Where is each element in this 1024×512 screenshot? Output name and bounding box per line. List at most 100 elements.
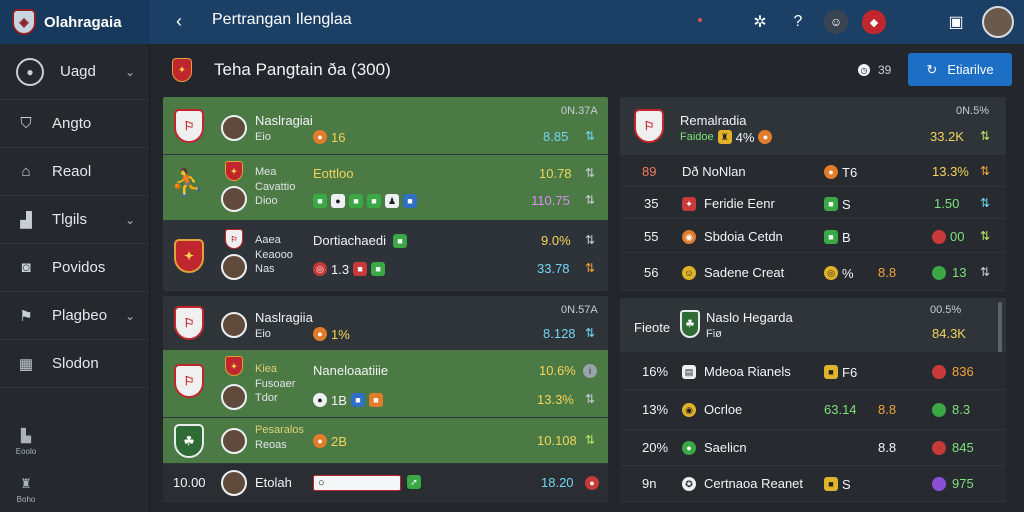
match-row[interactable]: 10.00 Etolah ○ ➚ 18.20 ● [163, 464, 608, 502]
sidebar-item-uagd[interactable]: ● Uagd ⌄ [0, 44, 149, 100]
arrow-up-icon[interactable]: ⇅ [585, 129, 595, 143]
standings-row[interactable]: 35 ✦ Feridie Eenr ■ S 1.50 ⇅ [620, 187, 1006, 219]
team-sub: Faidoe [680, 130, 714, 143]
sidebar-item-label: Reaol [52, 163, 92, 180]
chevron-down-icon[interactable]: ⌄ [125, 309, 135, 323]
points-value: 836 [952, 364, 974, 379]
swap-icon[interactable]: ⇅ [980, 265, 990, 279]
fire-icon: ● [313, 130, 327, 144]
points-value: 975 [952, 476, 974, 491]
card-icon: ■ [393, 234, 407, 248]
swap-icon[interactable]: ⇅ [585, 433, 595, 447]
user-profile-icon[interactable]: ☺ [824, 10, 848, 34]
odds-value: 10.78 [539, 166, 572, 181]
chevron-down-icon[interactable]: ⌄ [125, 213, 135, 227]
odds-value: 33.78 [537, 261, 570, 276]
swap-icon[interactable]: ⇅ [585, 261, 595, 275]
sidebar-item-povidos[interactable]: ◙ Povidos [0, 244, 149, 292]
panel-header-row[interactable]: ⚐ Naslragiia Eio ● 1% 0N.57A 8.128 ⇅ [163, 296, 608, 350]
status-dot-icon [932, 365, 946, 379]
sidebar-item-label: Tlgils [52, 211, 88, 228]
player-avatar [221, 470, 247, 496]
team-crest-icon: ⚐ [174, 109, 204, 143]
match-number: 10.00 [173, 475, 206, 490]
card-icon: ■ [350, 393, 365, 407]
panel-header-row[interactable]: ⚐ Naslragiai Eio ● 16 0N.37A 8.85 ⇅ [163, 97, 608, 155]
player-silhouette-icon: ⛹ [171, 167, 204, 197]
swap-icon[interactable]: ⇅ [585, 166, 595, 180]
match-row[interactable]: ⚐ ✦ Kiea Fusoaer Tdor Naneloaatiiie ● 1B… [163, 350, 608, 418]
live-button[interactable]: ↻ Etiarilve [908, 53, 1012, 86]
sidebar-item-tlgils[interactable]: ▟ Tlgils ⌄ [0, 196, 149, 244]
team-sub: Eio [255, 328, 271, 340]
match-row[interactable]: ⛹ ✦ Mea Cavattio Dioo Eottloo ■ ● ■ ■ ♟ … [163, 155, 608, 221]
info-icon[interactable]: i [583, 364, 597, 378]
player-name: Etolah [255, 475, 292, 490]
team-sub: Eio [255, 131, 271, 143]
team-crest-icon: ✦ [682, 197, 696, 211]
card-icon: ■ [353, 262, 368, 276]
panel-header-row[interactable]: Fieote ☘ Naslo Hegarda Fiø 00.5% 84.3K [620, 298, 1006, 352]
arrow-icon[interactable]: ⇅ [980, 129, 990, 143]
swap-icon[interactable]: ⇅ [585, 233, 595, 247]
swap-icon[interactable]: ⇅ [585, 392, 595, 406]
corner-label: 0N.57A [561, 304, 598, 316]
swap-icon[interactable]: ⇅ [980, 229, 990, 243]
player-name: Kiea [255, 363, 278, 375]
club-shield-icon[interactable]: ◆ [862, 10, 886, 34]
page-heading: Pertrangan Ilenglaa [212, 11, 352, 28]
team-crest-icon: ◉ [682, 403, 696, 417]
swap-icon[interactable]: ⇅ [980, 164, 990, 178]
standings-row[interactable]: 16% ▤ Mdeoa Rianels ■ F6 836 [620, 352, 1006, 390]
back-button[interactable]: ‹ [168, 8, 190, 34]
fire-icon: ● [313, 434, 327, 448]
chevron-down-icon[interactable]: ⌄ [125, 65, 135, 79]
top-icons: ✲ ? ☺ ◆ ▣ [748, 6, 1014, 38]
swap-icon[interactable]: ⇅ [980, 196, 990, 210]
sidebar-item-slodon[interactable]: ▦ Slodon [0, 340, 149, 388]
match-row[interactable]: ✦ ⚐ Aaea Keaooo Nas Dortiachaedi ■ ◎ 1.3… [163, 221, 608, 291]
fire-icon: ● [824, 165, 838, 179]
sidebar-item-reaol[interactable]: ⌂ Reaol [0, 148, 149, 196]
sidebar-item-label: Povidos [52, 259, 106, 276]
standings-row[interactable]: 9n ✪ Certnaoa Reanet ■ S 975 [620, 466, 1006, 502]
standings-row[interactable]: 20% ● Saelicn 8.8 845 [620, 430, 1006, 466]
player-avatar [221, 312, 247, 338]
arrow-up-icon[interactable]: ⇅ [585, 326, 595, 340]
match-row[interactable]: ☘ Pesaralos Reoas ● 2B 10.108 ⇅ [163, 418, 608, 464]
help-icon[interactable]: ? [786, 10, 810, 34]
stat-value: B [842, 229, 851, 245]
stat-value: 63.14 [824, 402, 857, 417]
comment-input[interactable]: ○ [313, 475, 401, 491]
standings-row[interactable]: 56 ☺ Sadene Creat ◎ % 8.8 13 ⇅ [620, 253, 1006, 291]
standings-row[interactable]: 89 Dð NoNlan ● T6 13.3% ⇅ [620, 155, 1006, 187]
odds-value: 10.6% [539, 363, 576, 378]
sidebar-mini-boho[interactable]: ♜ Boho [10, 476, 42, 504]
standings-row[interactable]: 13% ◉ Ocrloe 63.14 8.8 8.3 [620, 390, 1006, 430]
send-icon[interactable]: ➚ [407, 475, 421, 489]
stat-value: S [842, 196, 851, 212]
team-crest-icon: ☘ [680, 310, 700, 338]
brand[interactable]: ◈ Olahragaia [0, 0, 150, 44]
stadium-icon: ▦ [18, 355, 34, 373]
sidebar-mini-eoolo[interactable]: ▙ Eoolo [10, 428, 42, 456]
rank-number: 16% [642, 364, 669, 379]
team-crest-icon: ✦ [225, 161, 243, 181]
fire-icon: ● [758, 130, 773, 144]
radio-icon: ○ [318, 477, 325, 489]
sidebar-item-plagbeo[interactable]: ⚑ Plagbeo ⌄ [0, 292, 149, 340]
badge-value: 1.3 [331, 261, 350, 277]
stat-badge: ● 16 [313, 129, 345, 145]
alert-icon[interactable]: ● [585, 476, 599, 490]
sidebar-mini-label: Eoolo [15, 447, 37, 456]
account-avatar[interactable] [982, 6, 1014, 38]
panel-header-row[interactable]: ⚐ Remalradia Faidoe ♜ 4% ● 0N.5% 33.2K ⇅ [620, 97, 1006, 155]
settings-icon[interactable]: ✲ [748, 10, 772, 34]
sidebar-item-label: Uagd [60, 63, 96, 80]
screen-icon[interactable]: ▣ [944, 10, 968, 34]
team-crest-icon: ✦ [225, 356, 243, 376]
sidebar-item-angto[interactable]: ⛉ Angto [0, 100, 149, 148]
team-crest-icon: ⚐ [634, 109, 664, 143]
standings-row[interactable]: 55 ◉ Sbdoia Cetdn ■ B 00 ⇅ [620, 219, 1006, 253]
swap-icon[interactable]: ⇅ [585, 193, 595, 207]
